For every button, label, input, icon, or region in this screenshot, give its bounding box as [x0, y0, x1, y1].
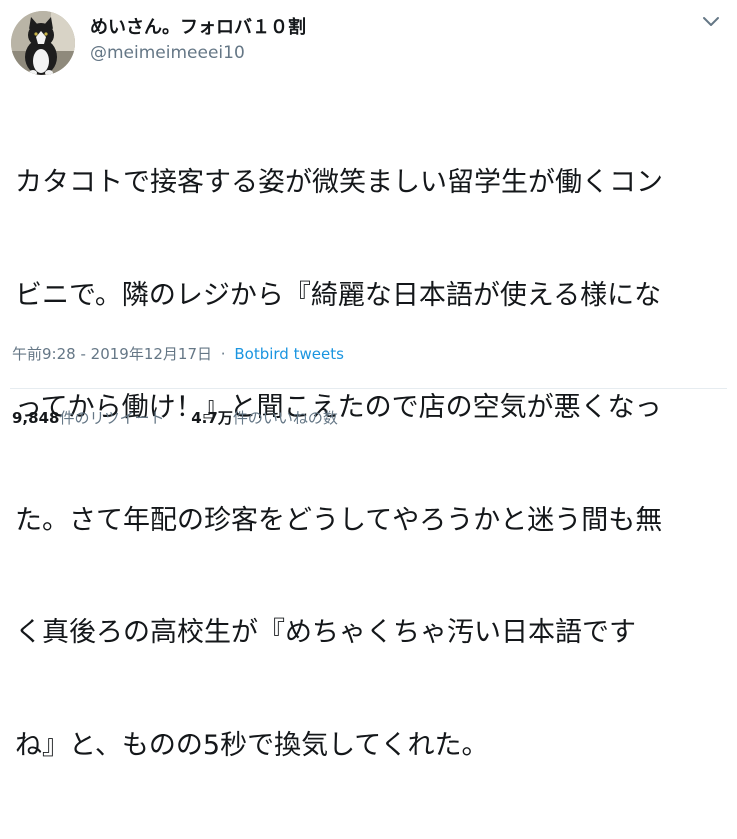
avatar[interactable] [11, 11, 75, 75]
tweet-date[interactable]: 2019年12月17日 [91, 345, 212, 363]
chevron-down-icon [703, 17, 719, 26]
meta-dot: · [220, 345, 226, 363]
retweet-count-link[interactable]: 9,848件のリツイート [12, 408, 164, 428]
tweet-card: めいさん。フォロバ１０割 @meimeimeeei10 カタコトで接客する姿が微… [0, 0, 737, 761]
meta-separator: - [80, 345, 91, 363]
like-count: 4.7万 [191, 409, 233, 427]
user-names: めいさん。フォロバ１０割 @meimeimeeei10 [90, 17, 306, 64]
retweet-label: 件のリツイート [59, 409, 165, 427]
tweet-text: カタコトで接客する姿が微笑ましい留学生が働くコン ビニで。隣のレジから『綺麗な日… [15, 89, 727, 839]
like-label: 件のいいねの数 [232, 409, 338, 427]
user-handle[interactable]: @meimeimeeei10 [90, 42, 306, 64]
tweet-text-line: ビニで。隣のレジから『綺麗な日本語が使える様にな [15, 279, 662, 311]
display-name[interactable]: めいさん。フォロバ１０割 [90, 17, 306, 39]
like-count-link[interactable]: 4.7万件のいいねの数 [191, 408, 338, 428]
cat-avatar-image [11, 11, 75, 75]
tweet-time[interactable]: 午前9:28 [12, 345, 76, 363]
tweet-header: めいさん。フォロバ１０割 @meimeimeeei10 [8, 8, 728, 78]
tweet-text-line: カタコトで接客する姿が微笑ましい留学生が働くコン [15, 167, 663, 198]
retweet-count: 9,848 [12, 409, 60, 427]
divider [10, 388, 727, 389]
tweet-text-line: ね』と、ものの5秒で換気してくれた。 [15, 729, 489, 761]
tweet-stats: 9,848件のリツイート 4.7万件のいいねの数 [12, 408, 338, 428]
more-options-button[interactable] [700, 12, 722, 30]
tweet-metadata: 午前9:28 - 2019年12月17日 · Botbird tweets [12, 344, 344, 364]
tweet-text-line: く真後ろの高校生が『めちゃくちゃ汚い日本語です [15, 617, 636, 648]
tweet-source-link[interactable]: Botbird tweets [234, 345, 344, 363]
tweet-text-line: た。さて年配の珍客をどうしてやろうかと迷う間も無 [15, 504, 663, 536]
